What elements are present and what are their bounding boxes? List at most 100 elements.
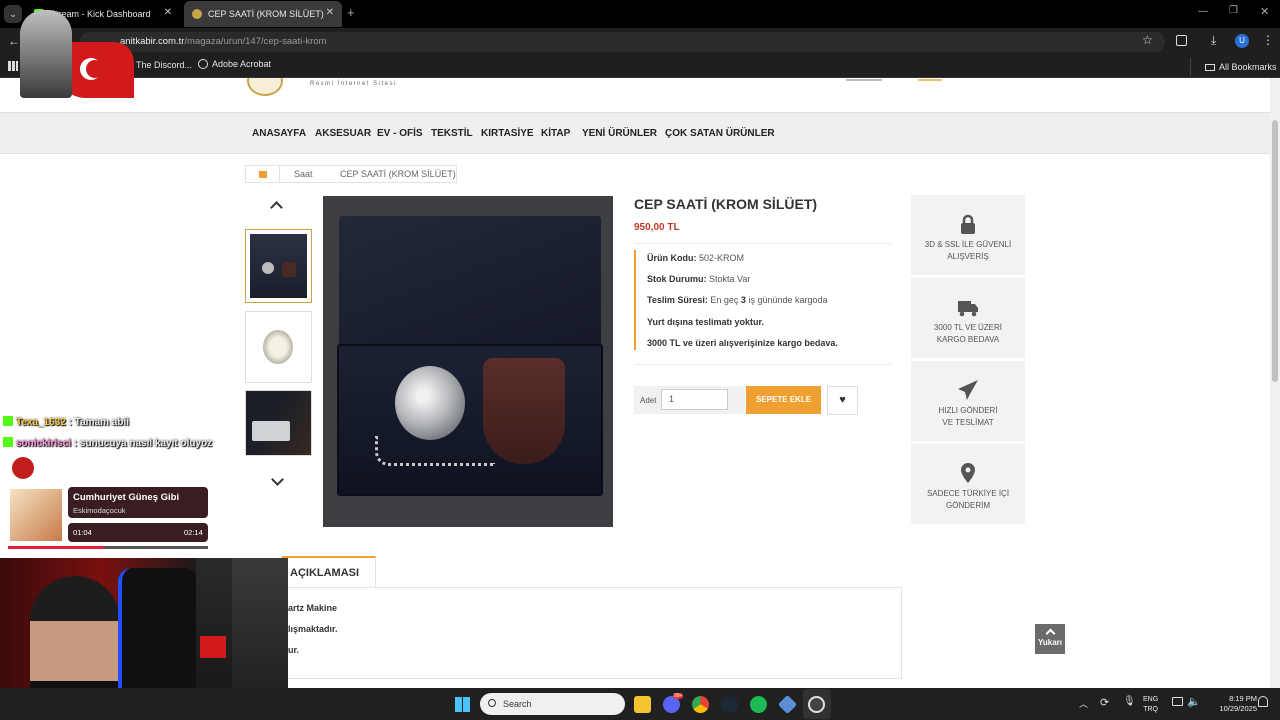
star-icon[interactable]: ☆ — [1142, 33, 1153, 47]
spotify-icon[interactable] — [750, 696, 767, 713]
feature-fast-delivery: HIZLI GÖNDERİ VE TESLİMAT — [911, 361, 1025, 441]
thumb-pouch — [282, 262, 296, 277]
nav-textile[interactable]: TEKSTİL — [431, 128, 473, 139]
lang-secondary: TRQ — [1143, 706, 1158, 713]
divider — [634, 243, 891, 244]
thumb-up-arrow-icon[interactable] — [270, 201, 283, 214]
microphone-icon[interactable]: 🎙 — [1123, 696, 1136, 707]
minimize-button[interactable]: — — [1198, 6, 1208, 17]
product-main-image[interactable] — [323, 196, 613, 527]
delivery-post: iş gününde kargoda — [748, 295, 828, 305]
thumb-down-arrow-icon[interactable] — [271, 473, 284, 486]
taskbar-search[interactable]: Search — [480, 693, 625, 715]
page-scrollbar[interactable] — [1270, 78, 1280, 688]
product-code: Ürün Kodu: 502-KROM — [647, 253, 744, 263]
thumb-watch — [263, 330, 293, 364]
mini-flag — [200, 636, 226, 658]
nav-accessories[interactable]: AKSESUAR — [315, 128, 371, 139]
download-icon[interactable]: ⤓ — [1211, 33, 1216, 48]
product-code-label: Ürün Kodu: — [647, 253, 697, 263]
delivery-pre: En geç — [710, 295, 739, 305]
header-accent — [918, 79, 942, 81]
stock-status: Stok Durumu: Stokta Var — [647, 274, 750, 284]
thumbnail-3[interactable] — [245, 390, 312, 456]
chat-message: Texa_1632 : Tamam abii — [3, 416, 129, 428]
thumbnail-2[interactable] — [245, 311, 312, 383]
ataturk-flag-overlay — [16, 10, 134, 100]
logo-subtitle: Resmi İnternet Sitesi — [310, 81, 397, 87]
nav-books[interactable]: KİTAP — [541, 128, 570, 139]
bookmark-acrobat[interactable]: Adobe Acrobat — [198, 59, 271, 69]
breadcrumb-home[interactable] — [246, 165, 280, 183]
chat-text: : Tamam abii — [68, 417, 130, 428]
description-line: ur. — [288, 645, 300, 655]
description-tab-label: AÇIKLAMASI — [290, 567, 360, 579]
lang-primary: ENG — [1143, 696, 1159, 703]
description-tab[interactable]: AÇIKLAMASI — [282, 556, 376, 588]
menu-icon[interactable]: ⋮ — [1262, 33, 1274, 47]
feature-line2: ALIŞVERİŞ — [947, 252, 989, 261]
stock-label: Stok Durumu: — [647, 274, 707, 284]
new-tab-button[interactable]: + — [347, 5, 355, 20]
url-field[interactable]: anitkabir.com.tr/magaza/urun/147/cep-saa… — [80, 32, 1165, 52]
chat-user: Texa_1632 — [16, 417, 66, 428]
all-bookmarks[interactable]: All Bookmarks — [1190, 58, 1277, 76]
breadcrumb-category[interactable]: Saat — [294, 165, 313, 183]
product-title: CEP SAATİ (KROM SİLÜET) — [634, 196, 818, 212]
nav-stationery[interactable]: KIRTASİYE — [481, 128, 534, 139]
bookmark-discord[interactable]: The Discord... — [136, 60, 192, 70]
file-explorer-icon[interactable] — [634, 696, 651, 713]
url-path: /magaza/urun/147/cep-saati-krom — [184, 36, 327, 47]
description-line: lışmaktadır. — [288, 624, 338, 634]
thumb-box — [252, 421, 290, 441]
nav-bestsellers[interactable]: ÇOK SATAN ÜRÜNLER — [665, 128, 775, 139]
bookmarks-bar: The Discord... Adobe Acrobat All Bookmar… — [0, 56, 1280, 78]
extensions-icon[interactable] — [1176, 35, 1187, 46]
feature-text: 3000 TL VE ÜZERİ KARGO BEDAVA — [915, 322, 1021, 346]
windows-taskbar: Search 99+ ︿ ⟳ 🎙 ENG TRQ 🔈 8:19 PM 10/29… — [0, 688, 1280, 720]
close-icon[interactable]: ✕ — [326, 7, 334, 18]
feature-line1: 3000 TL VE ÜZERİ — [933, 323, 1003, 332]
quantity-input[interactable]: 1 — [661, 389, 728, 410]
progress-fill — [8, 546, 104, 549]
product-price: 950,00 TL — [634, 222, 680, 233]
feature-text: HIZLI GÖNDERİ VE TESLİMAT — [915, 405, 1021, 429]
maximize-button[interactable]: ❐ — [1229, 5, 1238, 16]
bookmark-label: Adobe Acrobat — [212, 59, 272, 69]
app-icon[interactable] — [777, 694, 798, 715]
leather-pouch — [483, 358, 565, 464]
chat-message: sonickirisci : sunucuya nasıl kayıt oluy… — [3, 437, 212, 449]
scrollbar-thumb[interactable] — [1272, 120, 1278, 382]
sync-icon[interactable]: ⟳ — [1100, 696, 1109, 709]
tab-title: CEP SAATİ (KROM SİLÜET) — [208, 9, 324, 19]
close-window-button[interactable]: ✕ — [1260, 5, 1269, 18]
site-favicon-icon — [192, 9, 202, 19]
thumb-watch — [262, 262, 274, 274]
add-to-cart-button[interactable]: SEPETE EKLE — [746, 386, 821, 414]
pocket-watch — [395, 366, 465, 440]
feature-line2: VE TESLİMAT — [942, 418, 994, 427]
tray-chevron-icon[interactable]: ︿ — [1079, 697, 1088, 710]
wishlist-button[interactable]: ♥ — [827, 386, 858, 415]
language-indicator[interactable]: ENG TRQ — [1143, 695, 1158, 715]
chrome-icon[interactable] — [692, 696, 709, 713]
tab-product[interactable]: CEP SAATİ (KROM SİLÜET) ✕ — [184, 1, 342, 27]
thumbnail-1[interactable] — [245, 229, 312, 303]
volume-icon[interactable]: 🔈 — [1187, 695, 1201, 708]
kick-icon — [3, 437, 13, 447]
search-icon — [488, 699, 496, 707]
nav-home-office[interactable]: EV - OFİS — [377, 128, 423, 139]
total-time: 02:14 — [184, 528, 203, 537]
site-logo[interactable] — [247, 78, 283, 96]
map-marker-icon — [961, 463, 975, 483]
steam-icon[interactable] — [721, 696, 738, 713]
nav-new-products[interactable]: YENİ ÜRÜNLER — [582, 128, 657, 139]
notification-bell-icon[interactable] — [1258, 696, 1268, 707]
back-to-top-button[interactable]: Yukarı — [1035, 624, 1065, 654]
clock[interactable]: 8:19 PM 10/29/2025 — [1205, 694, 1257, 714]
profile-avatar[interactable]: U — [1235, 34, 1249, 48]
nav-home[interactable]: ANASAYFA — [252, 128, 306, 139]
windows-start-icon[interactable] — [455, 697, 470, 712]
close-icon[interactable]: ✕ — [164, 7, 172, 18]
network-icon[interactable] — [1172, 697, 1183, 706]
